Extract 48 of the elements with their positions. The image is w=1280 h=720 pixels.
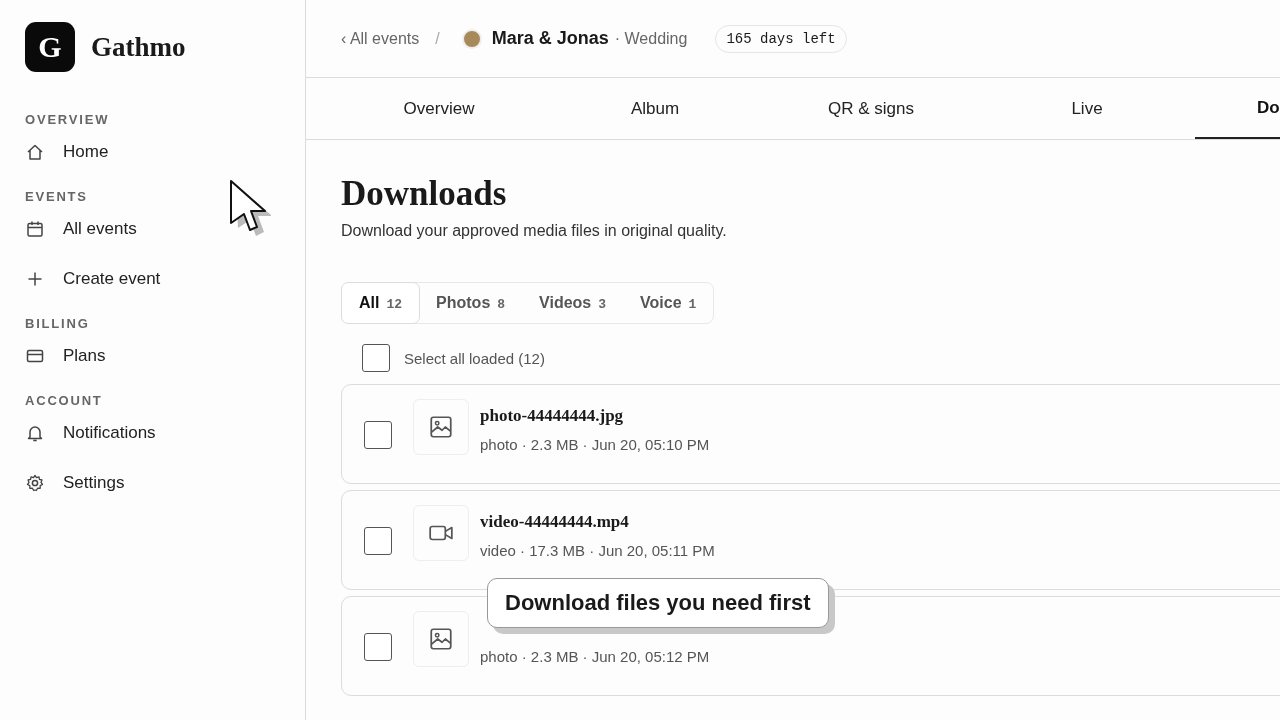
filter-tab[interactable]: Videos 3 <box>522 283 624 323</box>
tab[interactable]: Overview <box>331 78 547 139</box>
page-title: Downloads <box>341 174 507 214</box>
back-link[interactable]: ‹ All events <box>341 29 420 48</box>
section-label: BILLING <box>25 316 90 331</box>
filter-count: 1 <box>688 297 697 312</box>
tab[interactable]: Live <box>979 78 1195 139</box>
mouse-cursor-icon <box>229 179 271 237</box>
file-meta: photo · 2.3 MB · Jun 20, 05:12 PM <box>480 648 710 665</box>
file-meta: photo · 2.3 MB · Jun 20, 05:10 PM <box>480 436 710 453</box>
image-icon <box>428 414 454 440</box>
file-checkbox[interactable] <box>364 421 392 449</box>
filter-count: 12 <box>386 297 403 312</box>
section-label: ACCOUNT <box>25 393 103 408</box>
sidebar-item[interactable]: Notifications <box>25 418 156 448</box>
tab[interactable]: Album <box>547 78 763 139</box>
filter-tab[interactable]: Photos 8 <box>419 283 523 323</box>
bell-icon <box>25 423 45 443</box>
file-meta: video · 17.3 MB · Jun 20, 05:11 PM <box>480 542 715 559</box>
filter-tab[interactable]: All 12 <box>341 282 421 324</box>
file-name: video-44444444.mp4 <box>480 512 629 532</box>
sidebar-item[interactable]: Settings <box>25 468 125 498</box>
home-icon <box>25 142 45 162</box>
sidebar-item[interactable]: Create event <box>25 264 161 294</box>
filter-count: 3 <box>598 297 607 312</box>
tab[interactable]: QR & signs <box>763 78 979 139</box>
select-all-label: Select all loaded (12) <box>404 349 545 367</box>
section-label: OVERVIEW <box>25 112 110 127</box>
sidebar-item[interactable]: All events <box>25 214 137 244</box>
select-all-checkbox[interactable] <box>362 344 390 372</box>
file-checkbox[interactable] <box>364 527 392 555</box>
page-subtitle: Download your approved media files in original quality. <box>341 222 727 240</box>
tab[interactable]: Do <box>1195 78 1280 139</box>
event-name: Mara & Jonas <box>491 28 609 49</box>
sidebar-item[interactable]: Plans <box>25 341 106 371</box>
calendar-icon <box>25 219 45 239</box>
section-label: EVENTS <box>25 189 88 204</box>
logo: G <box>25 22 75 72</box>
app-name: Gathmo <box>91 31 186 63</box>
breadcrumb-separator: / <box>435 29 440 48</box>
sidebar-item[interactable]: Home <box>25 137 109 167</box>
filter-tab[interactable]: Voice 1 <box>623 283 714 323</box>
settings-icon <box>25 473 45 493</box>
file-checkbox[interactable] <box>364 633 392 661</box>
image-icon <box>428 626 454 652</box>
file-name: photo-44444444.jpg <box>480 406 624 426</box>
event-type: · Wedding <box>614 29 688 48</box>
filter-count: 8 <box>497 297 506 312</box>
